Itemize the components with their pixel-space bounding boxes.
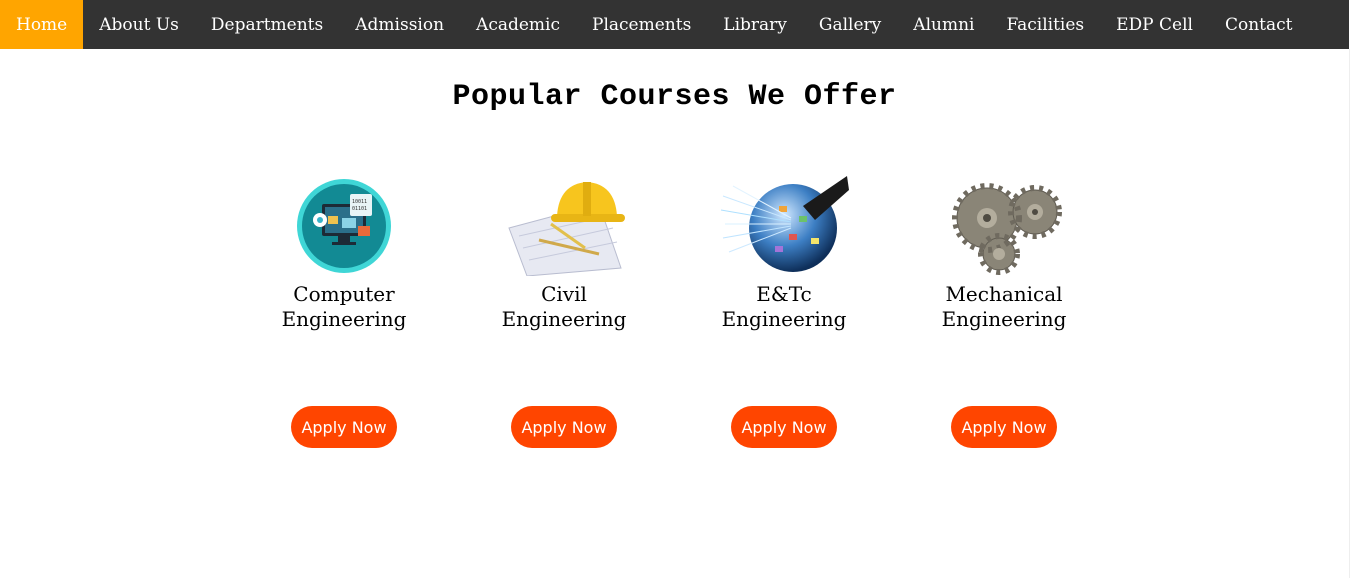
nav-facilities[interactable]: Facilities [990, 0, 1100, 49]
svg-text:01101: 01101 [352, 206, 367, 212]
gears-icon [939, 176, 1069, 276]
computer-engineering-icon: 10011 01101 [279, 176, 409, 276]
course-name-line2: Engineering [721, 307, 847, 331]
course-name-line1: Computer [293, 282, 395, 306]
course-card-etc: E&Tc Engineering Apply Now [674, 176, 894, 448]
course-name-line2: Engineering [501, 307, 627, 331]
nav-about-us[interactable]: About Us [83, 0, 195, 49]
course-name-line2: Engineering [941, 307, 1067, 331]
apply-now-button[interactable]: Apply Now [731, 406, 837, 448]
courses-list: 10011 01101 Computer Engineering Apply N… [234, 176, 1114, 448]
nav-admission[interactable]: Admission [339, 0, 460, 49]
nav-academic[interactable]: Academic [460, 0, 576, 49]
apply-now-button[interactable]: Apply Now [291, 406, 397, 448]
nav-edp-cell[interactable]: EDP Cell [1100, 0, 1209, 49]
course-name: Mechanical Engineering [942, 282, 1067, 334]
course-card-civil: Civil Engineering Apply Now [454, 176, 674, 448]
nav-library[interactable]: Library [707, 0, 803, 49]
nav-home[interactable]: Home [0, 0, 84, 49]
course-name-line1: E&Tc [756, 282, 812, 306]
nav-contact[interactable]: Contact [1209, 0, 1309, 49]
nav-gallery[interactable]: Gallery [803, 0, 897, 49]
svg-text:10011: 10011 [352, 199, 367, 205]
navbar: Home About Us Departments Admission Acad… [0, 0, 1349, 49]
nav-alumni[interactable]: Alumni [897, 0, 990, 49]
course-name-line1: Mechanical [945, 282, 1063, 306]
section-title: Popular Courses We Offer [452, 80, 897, 114]
nav-departments[interactable]: Departments [195, 0, 339, 49]
hardhat-blueprint-icon [499, 176, 629, 276]
course-name: Computer Engineering [282, 282, 407, 334]
apply-now-button[interactable]: Apply Now [951, 406, 1057, 448]
nav-placements[interactable]: Placements [576, 0, 707, 49]
course-name: E&Tc Engineering [722, 282, 847, 334]
course-name: Civil Engineering [502, 282, 627, 334]
fiber-globe-icon [719, 176, 849, 276]
course-card-mechanical: Mechanical Engineering Apply Now [894, 176, 1114, 448]
course-name-line2: Engineering [281, 307, 407, 331]
course-card-computer: 10011 01101 Computer Engineering Apply N… [234, 176, 454, 448]
apply-now-button[interactable]: Apply Now [511, 406, 617, 448]
course-name-line1: Civil [541, 282, 587, 306]
